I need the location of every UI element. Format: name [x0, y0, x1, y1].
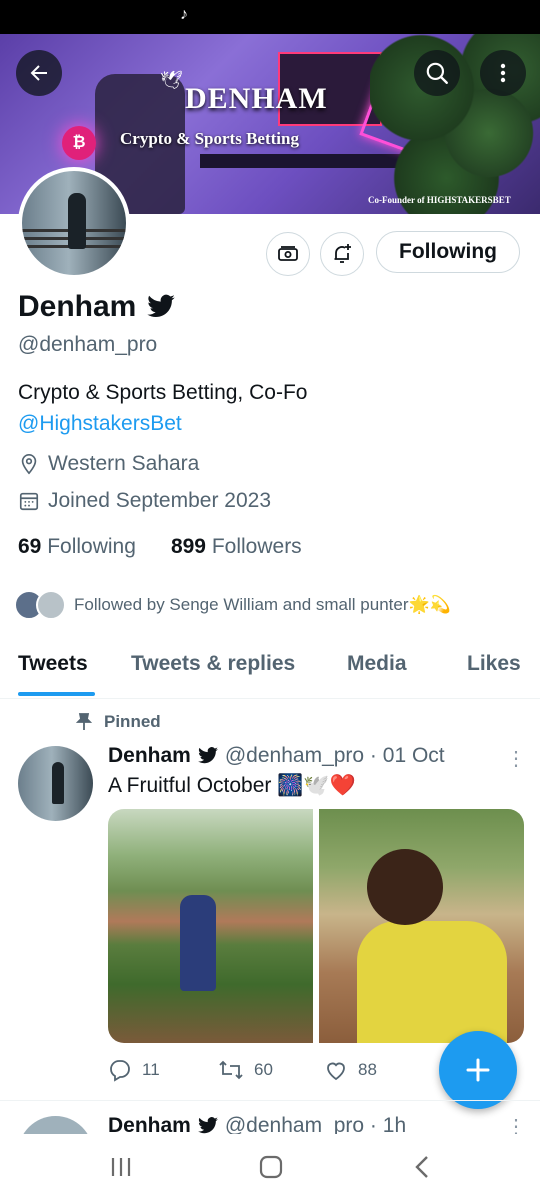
tweet-author-name[interactable]: Denham	[108, 744, 191, 768]
joined-text: Joined September 2023	[48, 489, 271, 512]
profile-name-row: Denham	[18, 290, 176, 324]
shirt-shape	[357, 921, 507, 1043]
notifications-button[interactable]	[320, 232, 364, 276]
reply-icon	[110, 1060, 130, 1082]
reply-count: 11	[142, 1060, 160, 1079]
face-shape	[367, 849, 443, 925]
following-label: Following	[47, 535, 136, 558]
tweet-text: A Fruitful October 🎆🕊️❤️	[108, 774, 356, 797]
profile-handle: @denham_pro	[18, 333, 158, 356]
retweet-count: 60	[254, 1060, 273, 1079]
tweet-header: Denham @denham_pro · 01 Oct	[108, 744, 445, 768]
person-figure	[180, 895, 216, 991]
twitter-bird-icon	[197, 747, 218, 764]
retweet-button[interactable]: 60	[218, 1058, 273, 1082]
dove-icon: 🕊	[160, 70, 183, 90]
back-nav-icon[interactable]	[410, 1154, 436, 1180]
followers-label: Followers	[211, 535, 302, 558]
tiktok-icon: ♪	[180, 6, 188, 23]
plus-icon	[466, 1058, 490, 1082]
twitter-bird-icon	[197, 1117, 218, 1134]
bell-plus-icon	[334, 244, 351, 263]
status-bar: ♪	[0, 0, 540, 34]
bitcoin-logo: ₿	[62, 126, 96, 160]
more-options-button[interactable]	[480, 50, 526, 96]
person-figure	[68, 193, 86, 249]
bio-link[interactable]: @HighstakersBet	[18, 408, 307, 439]
profile-name: Denham	[18, 290, 137, 323]
following-button[interactable]: Following	[376, 231, 520, 273]
pin-icon	[76, 713, 92, 730]
tab-tweets[interactable]: Tweets	[18, 652, 88, 676]
following-stat[interactable]: 69 Following	[18, 535, 136, 558]
reply-button[interactable]: 11	[108, 1058, 160, 1082]
profile-avatar[interactable]	[18, 167, 130, 279]
following-count: 69	[18, 535, 42, 558]
tweet-handle-time: @denham_pro · 01 Oct	[224, 744, 445, 767]
tab-tweets-replies[interactable]: Tweets & replies	[131, 652, 295, 676]
back-button[interactable]	[16, 50, 62, 96]
tweet-avatar[interactable]	[18, 746, 93, 821]
search-button[interactable]	[414, 50, 460, 96]
location-pin-icon	[21, 454, 37, 475]
money-icon	[278, 246, 298, 261]
followed-by-row[interactable]: Followed by Senge William and small punt…	[14, 590, 451, 620]
followers-count: 899	[170, 535, 206, 558]
tab-media[interactable]: Media	[347, 652, 407, 676]
search-icon	[426, 62, 448, 84]
avatar	[36, 590, 66, 620]
vertical-dots-icon	[500, 63, 506, 83]
like-button[interactable]: 88	[324, 1058, 377, 1082]
recent-apps-icon[interactable]	[108, 1154, 134, 1180]
banner-cofounder: Co-Founder of HIGHSTAKERSBET	[368, 195, 511, 205]
tweet-photo-farm[interactable]	[108, 809, 313, 1043]
banner-brand: DENHAM	[185, 82, 328, 115]
tweet-divider	[0, 1100, 540, 1101]
tip-button[interactable]	[266, 232, 310, 276]
follower-avatars	[14, 590, 66, 620]
pinned-label: Pinned	[104, 712, 161, 731]
like-count: 88	[358, 1060, 377, 1079]
pinned-label-row: Pinned	[76, 712, 161, 732]
banner-tagline: Crypto & Sports Betting	[120, 129, 299, 148]
joined-row: Joined September 2023	[18, 489, 271, 513]
twitter-bird-icon	[147, 294, 176, 318]
person-figure	[52, 762, 64, 804]
tab-likes[interactable]: Likes	[467, 652, 521, 676]
active-tab-indicator	[18, 692, 95, 696]
heart-icon	[327, 1062, 345, 1081]
follow-stats: 69 Following 899 Followers	[18, 535, 302, 559]
retweet-icon	[219, 1060, 243, 1080]
followed-by-text: Followed by Senge William and small punt…	[74, 595, 451, 614]
tweet-more-icon[interactable]: ⋮	[506, 746, 526, 771]
location-row: Western Sahara	[18, 452, 199, 476]
bio-text: Crypto & Sports Betting, Co-Fo	[18, 381, 308, 404]
tweet-actions: 11 60 88	[108, 1058, 448, 1086]
profile-tabs: Tweets Tweets & replies Media Likes	[0, 640, 540, 699]
system-nav-bar	[0, 1134, 540, 1200]
compose-tweet-button[interactable]	[439, 1031, 517, 1109]
tweet-media[interactable]	[108, 809, 524, 1043]
arrow-left-icon	[30, 65, 47, 81]
home-icon[interactable]	[258, 1154, 284, 1180]
location-text: Western Sahara	[48, 452, 200, 475]
profile-bio: Crypto & Sports Betting, Co-Fo @Highstak…	[18, 377, 307, 439]
tweet-photo-child[interactable]	[319, 809, 524, 1043]
calendar-icon	[19, 492, 39, 511]
followers-stat[interactable]: 899 Followers	[171, 535, 302, 558]
